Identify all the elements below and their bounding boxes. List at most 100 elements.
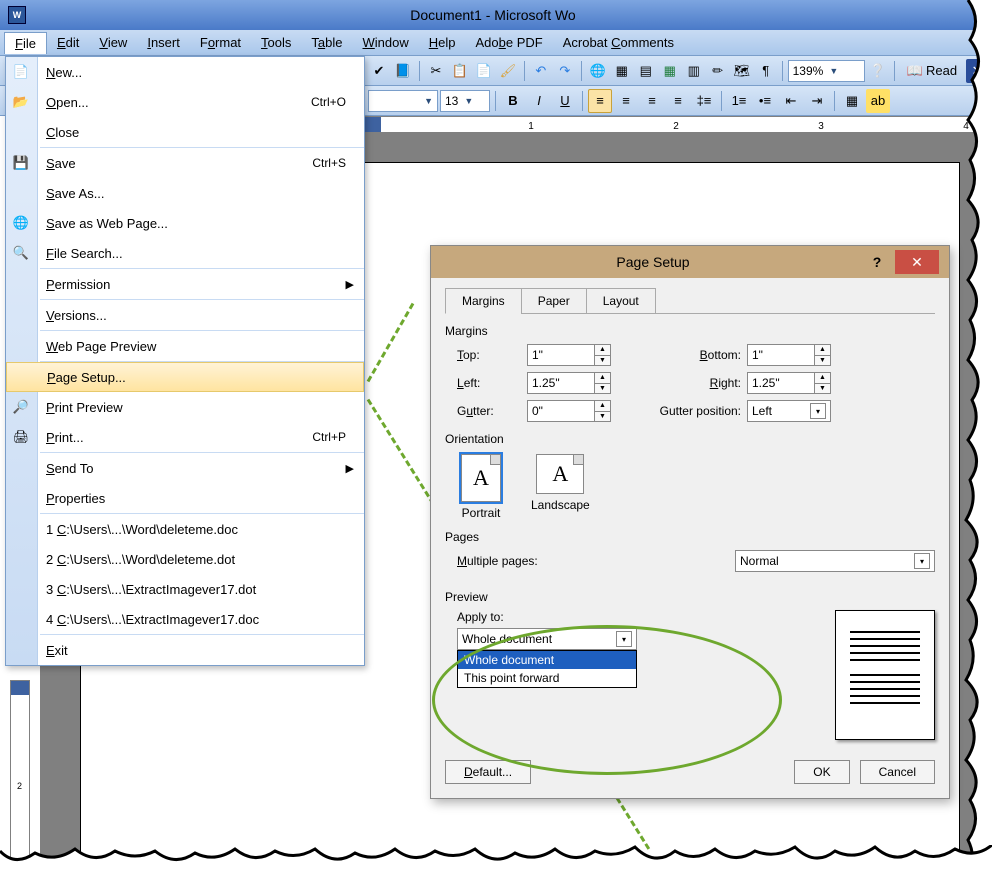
file-menu-item[interactable]: Permission▶: [6, 269, 364, 299]
file-menu-item[interactable]: Properties: [6, 483, 364, 513]
menu-acrobat-comments[interactable]: Acrobat Comments: [553, 32, 684, 53]
outdent-icon[interactable]: ⇤: [779, 89, 803, 113]
file-menu-item[interactable]: 💾SaveCtrl+S: [6, 148, 364, 178]
drawing-icon[interactable]: ✏: [707, 59, 729, 83]
file-menu-item[interactable]: 🌐Save as Web Page...: [6, 208, 364, 238]
file-menu-item[interactable]: 🖨Print...Ctrl+P: [6, 422, 364, 452]
bold-icon[interactable]: B: [501, 89, 525, 113]
apply-to-combo[interactable]: Whole document▾: [457, 628, 637, 650]
bottom-spinner[interactable]: ▲▼: [747, 344, 847, 366]
menu-edit[interactable]: Edit: [47, 32, 89, 53]
file-menu-item[interactable]: Web Page Preview: [6, 331, 364, 361]
menu-file[interactable]: File: [4, 32, 47, 54]
menu-adobe-pdf[interactable]: Adobe PDF: [466, 32, 553, 53]
dialog-close-icon[interactable]: ✕: [895, 250, 939, 274]
read-mode-icon[interactable]: 📖 Read: [900, 59, 964, 83]
menu-table[interactable]: Table: [301, 32, 352, 53]
menu-tools[interactable]: Tools: [251, 32, 301, 53]
ok-button[interactable]: OK: [794, 760, 849, 784]
menu-view[interactable]: View: [89, 32, 137, 53]
menu-item-label: Versions...: [46, 308, 107, 323]
paste-icon[interactable]: 📄: [473, 59, 495, 83]
italic-icon[interactable]: I: [527, 89, 551, 113]
file-menu-item[interactable]: 🔎Print Preview: [6, 392, 364, 422]
file-menu-item[interactable]: 📂Open...Ctrl+O: [6, 87, 364, 117]
undo-icon[interactable]: ↶: [530, 59, 552, 83]
line-spacing-icon[interactable]: ‡≡: [692, 89, 716, 113]
file-menu-item[interactable]: 2 C:\Users\...\Word\deleteme.dot: [6, 544, 364, 574]
tab-layout[interactable]: Layout: [586, 288, 656, 314]
right-spinner[interactable]: ▲▼: [747, 372, 847, 394]
file-menu-item[interactable]: Close: [6, 117, 364, 147]
insert-table-icon[interactable]: ▤: [635, 59, 657, 83]
redo-icon[interactable]: ↷: [554, 59, 576, 83]
orientation-portrait[interactable]: A Portrait: [461, 454, 501, 520]
file-menu-item[interactable]: 3 C:\Users\...\ExtractImagever17.dot: [6, 574, 364, 604]
file-menu-item[interactable]: Save As...: [6, 178, 364, 208]
file-menu-item[interactable]: 🔍File Search...: [6, 238, 364, 268]
menu-item-icon: 🖨: [12, 428, 30, 446]
align-left-icon[interactable]: ≡: [588, 89, 612, 113]
multiple-pages-combo[interactable]: Normal▾: [735, 550, 935, 572]
right-input[interactable]: [747, 372, 815, 394]
default-button[interactable]: Default...: [445, 760, 531, 784]
menu-help[interactable]: Help: [419, 32, 466, 53]
top-input[interactable]: [527, 344, 595, 366]
font-dropdown[interactable]: ▼: [368, 90, 438, 112]
dialog-title-bar[interactable]: Page Setup ? ✕: [431, 246, 949, 278]
borders-icon[interactable]: ▦: [840, 89, 864, 113]
menu-item-label: Exit: [46, 643, 68, 658]
left-input[interactable]: [527, 372, 595, 394]
fontsize-dropdown[interactable]: 13 ▼: [440, 90, 490, 112]
align-center-icon[interactable]: ≡: [614, 89, 638, 113]
copy-icon[interactable]: 📋: [449, 59, 471, 83]
hyperlink-icon[interactable]: 🌐: [587, 59, 609, 83]
numbering-icon[interactable]: 1≡: [727, 89, 751, 113]
cancel-button[interactable]: Cancel: [860, 760, 935, 784]
highlight-icon[interactable]: ab: [866, 89, 890, 113]
file-menu-item[interactable]: Versions...: [6, 300, 364, 330]
gutter-input[interactable]: [527, 400, 595, 422]
file-menu-item[interactable]: Exit: [6, 635, 364, 665]
file-menu-item[interactable]: Page Setup...: [6, 362, 364, 392]
apply-opt-forward[interactable]: This point forward: [458, 669, 636, 687]
menu-window[interactable]: Window: [353, 32, 419, 53]
doc-map-icon[interactable]: 🗺: [731, 59, 753, 83]
file-menu-item[interactable]: Send To▶: [6, 453, 364, 483]
underline-icon[interactable]: U: [553, 89, 577, 113]
apply-opt-whole[interactable]: Whole document: [458, 651, 636, 669]
tab-paper[interactable]: Paper: [521, 288, 587, 314]
justify-icon[interactable]: ≡: [666, 89, 690, 113]
file-menu-item[interactable]: 📄New...: [6, 57, 364, 87]
menu-insert[interactable]: Insert: [137, 32, 190, 53]
orientation-landscape[interactable]: A Landscape: [531, 454, 590, 520]
menu-format[interactable]: Format: [190, 32, 251, 53]
align-right-icon[interactable]: ≡: [640, 89, 664, 113]
tables-borders-icon[interactable]: ▦: [611, 59, 633, 83]
show-codes-icon[interactable]: ¶: [755, 59, 777, 83]
help-icon[interactable]: ❔: [867, 59, 889, 83]
dialog-help-icon[interactable]: ?: [865, 254, 889, 270]
close-toolbar-icon[interactable]: ✕: [966, 59, 988, 83]
bullets-icon[interactable]: •≡: [753, 89, 777, 113]
vertical-ruler[interactable]: 2: [10, 680, 30, 860]
menu-item-label: Close: [46, 125, 79, 140]
margins-section-label: Margins: [445, 324, 935, 338]
zoom-value: 139%: [793, 64, 824, 78]
top-spinner[interactable]: ▲▼: [527, 344, 627, 366]
spelling-icon[interactable]: ✔: [368, 59, 390, 83]
format-painter-icon[interactable]: 🖌: [497, 59, 519, 83]
indent-icon[interactable]: ⇥: [805, 89, 829, 113]
file-menu-item[interactable]: 4 C:\Users\...\ExtractImagever17.doc: [6, 604, 364, 634]
file-menu-item[interactable]: 1 C:\Users\...\Word\deleteme.doc: [6, 514, 364, 544]
cut-icon[interactable]: ✂: [425, 59, 447, 83]
tab-margins[interactable]: Margins: [445, 288, 522, 314]
left-spinner[interactable]: ▲▼: [527, 372, 627, 394]
research-icon[interactable]: 📘: [392, 59, 414, 83]
columns-icon[interactable]: ▥: [683, 59, 705, 83]
bottom-input[interactable]: [747, 344, 815, 366]
gutter-pos-combo[interactable]: Left▾: [747, 400, 831, 422]
gutter-spinner[interactable]: ▲▼: [527, 400, 627, 422]
zoom-dropdown[interactable]: 139% ▼: [788, 60, 865, 82]
excel-icon[interactable]: ▦: [659, 59, 681, 83]
